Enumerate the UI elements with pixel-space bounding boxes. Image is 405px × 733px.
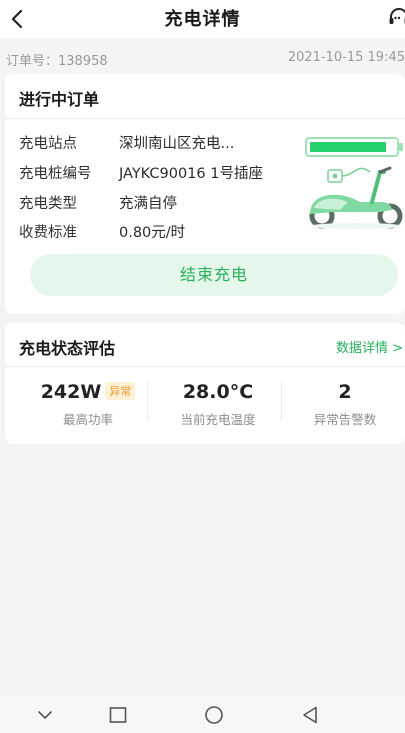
stat-max-power: 242W 异常 最高功率 <box>33 381 143 428</box>
circle-icon[interactable] <box>203 704 225 726</box>
chevron-down-icon[interactable] <box>34 704 56 726</box>
divider <box>5 118 405 119</box>
app-header: 充电详情 <box>0 0 405 38</box>
stat-alarm-count: 2 异常告警数 <box>295 381 395 428</box>
order-meta: 订单号：138958 2021-10-15 19:45 <box>0 40 405 74</box>
stat-temperature: 28.0°C 当前充电温度 <box>153 381 283 428</box>
info-key: 充电站点 <box>19 136 77 152</box>
scooter-charging-illustration <box>305 137 403 229</box>
info-row-station: 充电站点 深圳南山区充电... <box>19 132 234 153</box>
info-value: 深圳南山区充电... <box>119 136 235 152</box>
info-value: JAYKC90016 1号插座 <box>119 166 263 182</box>
info-value: 0.80元/时 <box>119 225 186 241</box>
stat-label: 当前充电温度 <box>180 412 256 427</box>
divider <box>147 381 148 421</box>
stat-value: 2 <box>338 381 352 403</box>
info-row-pile: 充电桩编号 JAYKC90016 1号插座 <box>19 162 263 183</box>
battery-fill <box>310 142 386 152</box>
info-row-type: 充电类型 充满自停 <box>19 192 177 213</box>
abnormal-badge: 异常 <box>105 382 136 400</box>
stat-label: 最高功率 <box>62 412 113 427</box>
card-title: 进行中订单 <box>19 90 100 109</box>
triangle-back-icon[interactable] <box>299 704 321 726</box>
info-key: 收费标准 <box>19 225 77 241</box>
stat-label: 异常告警数 <box>313 412 377 427</box>
info-key: 充电类型 <box>19 196 77 212</box>
stat-value: 28.0°C <box>182 381 254 403</box>
ongoing-order-card: 进行中订单 充电站点 深圳南山区充电... 充电桩编号 JAYKC90016 1号插… <box>5 74 405 314</box>
info-row-fee: 收费标准 0.80元/时 <box>19 221 185 242</box>
end-charging-button[interactable]: 结束充电 <box>30 254 398 296</box>
info-value: 充满自停 <box>119 196 177 212</box>
headset-icon[interactable] <box>387 6 405 30</box>
system-nav-bar <box>0 695 405 733</box>
order-number: 订单号：138958 <box>6 54 108 69</box>
card-title: 充电状态评估 <box>19 339 116 358</box>
stat-value: 242W <box>40 381 102 403</box>
data-details-link[interactable]: 数据详情 > <box>336 337 403 356</box>
divider <box>281 381 282 421</box>
charging-status-card: 充电状态评估 数据详情 > 242W 异常 最高功率 28.0°C 当前充电温度 … <box>5 323 405 444</box>
divider <box>5 366 405 367</box>
info-key: 充电桩编号 <box>19 166 92 182</box>
page-title: 充电详情 <box>164 9 241 30</box>
order-time: 2021-10-15 19:45 <box>287 50 405 65</box>
square-icon[interactable] <box>107 704 129 726</box>
